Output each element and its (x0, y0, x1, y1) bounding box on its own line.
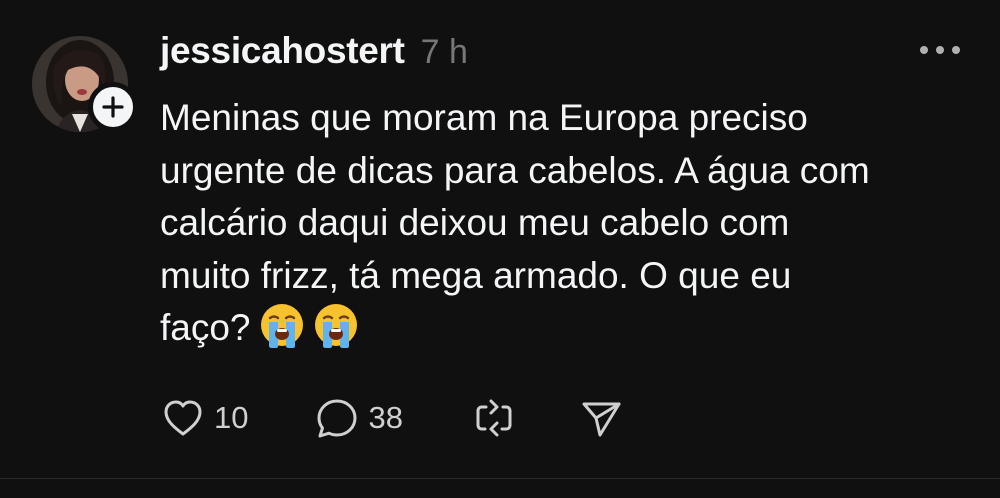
username-link[interactable]: jessicahostert (160, 30, 405, 72)
repost-icon (476, 399, 512, 437)
reply-count: 38 (368, 400, 403, 435)
post-text-line: calcário daqui deixou meu cabelo com (160, 202, 790, 243)
post-actions: 10 38 (160, 392, 625, 444)
more-horizontal-icon-dot (952, 46, 960, 54)
post-timestamp: 7 h (420, 33, 468, 71)
loudly-crying-face-emoji (260, 304, 303, 348)
more-horizontal-icon-dot (936, 46, 944, 54)
heart-icon (164, 400, 202, 436)
post-text-line: muito frizz, tá mega armado. O que eu (160, 254, 792, 296)
share-button[interactable] (579, 395, 625, 441)
more-horizontal-icon-dot (920, 46, 928, 54)
loudly-crying-face-emoji (314, 304, 357, 348)
post-header: jessicahostert 7 h (160, 30, 468, 72)
post-text-line: urgente de dicas para cabelos. A água co… (160, 149, 870, 191)
more-options-button[interactable] (920, 38, 960, 62)
post-text-line: faço? (160, 307, 251, 348)
comment-icon (317, 399, 357, 438)
repost-button[interactable] (471, 395, 517, 441)
follow-button[interactable] (88, 82, 138, 132)
post-text-last-line: faço? (160, 302, 980, 355)
post-text: Meninas que moram na Europa preciso urge… (160, 92, 980, 355)
send-icon (582, 402, 621, 437)
thread-post: jessicahostert 7 h Meninas que moram na … (0, 0, 1000, 498)
plus-icon (102, 96, 124, 118)
like-count: 10 (214, 400, 249, 435)
author-avatar-container[interactable] (32, 36, 138, 132)
reply-button[interactable]: 38 (314, 395, 403, 441)
post-text-line: Meninas que moram na Europa preciso (160, 97, 808, 138)
post-divider (0, 478, 1000, 479)
like-button[interactable]: 10 (160, 395, 248, 441)
